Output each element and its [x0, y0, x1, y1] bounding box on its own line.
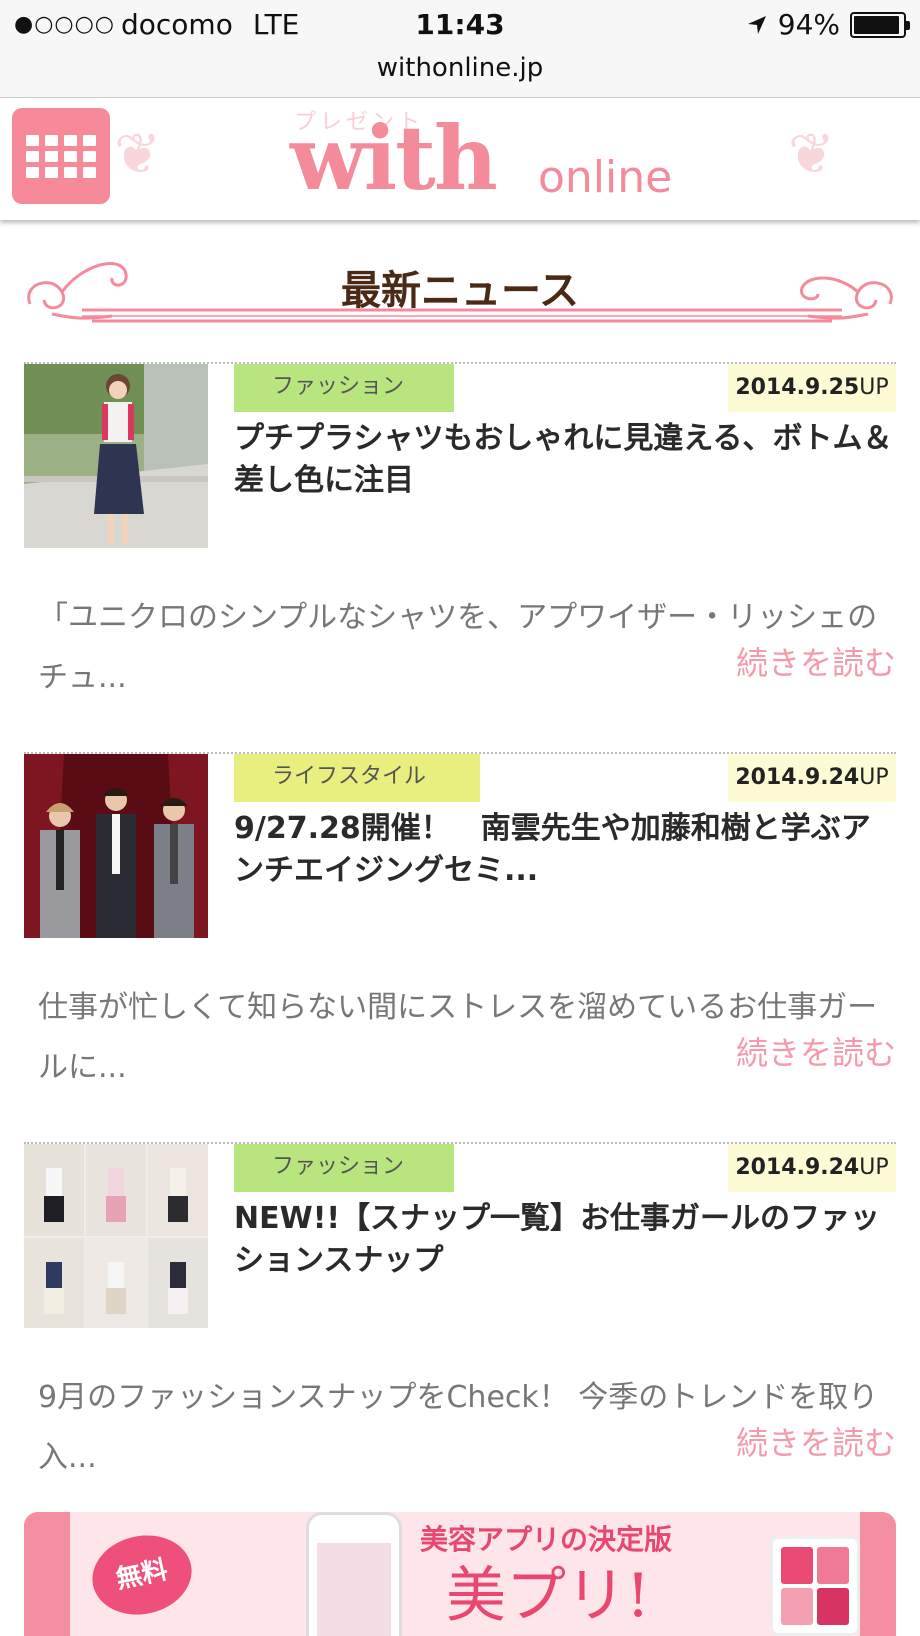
date-suffix: UP [859, 1155, 889, 1180]
status-right: 94% [746, 8, 910, 41]
read-more-link[interactable]: 続きを読む [736, 638, 896, 688]
app-icon [770, 1536, 860, 1636]
news-title[interactable]: NEW!!【スナップ一覧】お仕事ガールのファッションスナップ [234, 1198, 896, 1282]
news-item[interactable]: ライフスタイル 2014.9.24UP 9/27.28開催！ 南雲先生や加藤和樹… [24, 752, 896, 1138]
grid-cell [26, 134, 39, 146]
section-title: 最新ニュース [341, 268, 579, 314]
date-value: 2014.9.24 [735, 765, 860, 790]
category-tag[interactable]: ファッション [234, 364, 454, 412]
news-item[interactable]: ファッション 2014.9.25UP プチプラシャツもおしゃれに見違える、ボトム… [24, 362, 896, 748]
category-tag[interactable]: ファッション [234, 1144, 454, 1192]
grid-cell [26, 166, 39, 178]
location-arrow-icon [747, 15, 766, 34]
grid-cell [83, 166, 96, 178]
news-item[interactable]: ファッション 2014.9.24UP NEW!!【スナップ一覧】お仕事ガールのフ… [24, 1142, 896, 1528]
news-thumbnail[interactable] [24, 364, 208, 548]
phone-screen [317, 1543, 391, 1636]
palette-cell [781, 1547, 813, 1584]
banner-edge [24, 1512, 70, 1636]
logo-online: online [538, 152, 673, 203]
palette-cell [817, 1588, 849, 1625]
grid-cell [83, 150, 96, 162]
battery-percent: 94% [777, 8, 840, 41]
read-more-link[interactable]: 続きを読む [736, 1028, 896, 1078]
banner-edge [860, 1512, 896, 1636]
grid-cell [26, 150, 39, 162]
grid-cell [83, 134, 96, 146]
app-promo-banner[interactable]: 無料 美容アプリの決定版 美プリ! [24, 1512, 896, 1636]
date-value: 2014.9.24 [735, 1155, 860, 1180]
post-date: 2014.9.25UP [728, 364, 896, 412]
status-bar: ●○○○○ docomo LTE 11:43 94% [0, 0, 920, 48]
post-date: 2014.9.24UP [728, 754, 896, 802]
grid-cell [64, 166, 77, 178]
url-text[interactable]: withonline.jp [377, 53, 543, 83]
grid-cell [45, 150, 58, 162]
battery-fill [854, 15, 900, 34]
site-header: ❦ ❦ プレゼント with online [0, 98, 920, 220]
date-value: 2014.9.25 [735, 375, 860, 400]
address-bar[interactable]: withonline.jp [0, 48, 920, 98]
news-title[interactable]: 9/27.28開催！ 南雲先生や加藤和樹と学ぶアンチエイジングセミ... [234, 808, 896, 892]
section-heading: 最新ニュース [22, 244, 898, 340]
news-thumbnail[interactable] [24, 754, 208, 938]
news-thumbnail[interactable] [24, 1144, 208, 1328]
palette-cell [817, 1547, 849, 1584]
date-suffix: UP [859, 375, 889, 400]
logo-with: with [290, 106, 498, 210]
post-date: 2014.9.24UP [728, 1144, 896, 1192]
site-logo[interactable]: プレゼント with online [290, 104, 710, 214]
free-badge: 無料 [84, 1526, 200, 1624]
grid-cell [64, 150, 77, 162]
palette-cell [781, 1588, 813, 1625]
banner-content: 無料 美容アプリの決定版 美プリ! [70, 1512, 860, 1636]
banner-title: 美プリ! [446, 1561, 651, 1631]
phone-illustration-icon [306, 1512, 402, 1636]
grid-cell [45, 166, 58, 178]
date-suffix: UP [859, 765, 889, 790]
banner-copy: 美容アプリの決定版 [420, 1523, 673, 1556]
read-more-link[interactable]: 続きを読む [736, 1418, 896, 1468]
ornament-right-icon: ❦ [788, 122, 835, 187]
news-title[interactable]: プチプラシャツもおしゃれに見違える、ボトム＆差し色に注目 [234, 418, 896, 502]
category-tag[interactable]: ライフスタイル [234, 754, 480, 802]
grid-cell [64, 134, 77, 146]
ornament-left-icon: ❦ [114, 122, 161, 187]
grid-cell [45, 134, 58, 146]
menu-grid-button[interactable] [12, 108, 110, 204]
battery-icon [850, 11, 910, 38]
